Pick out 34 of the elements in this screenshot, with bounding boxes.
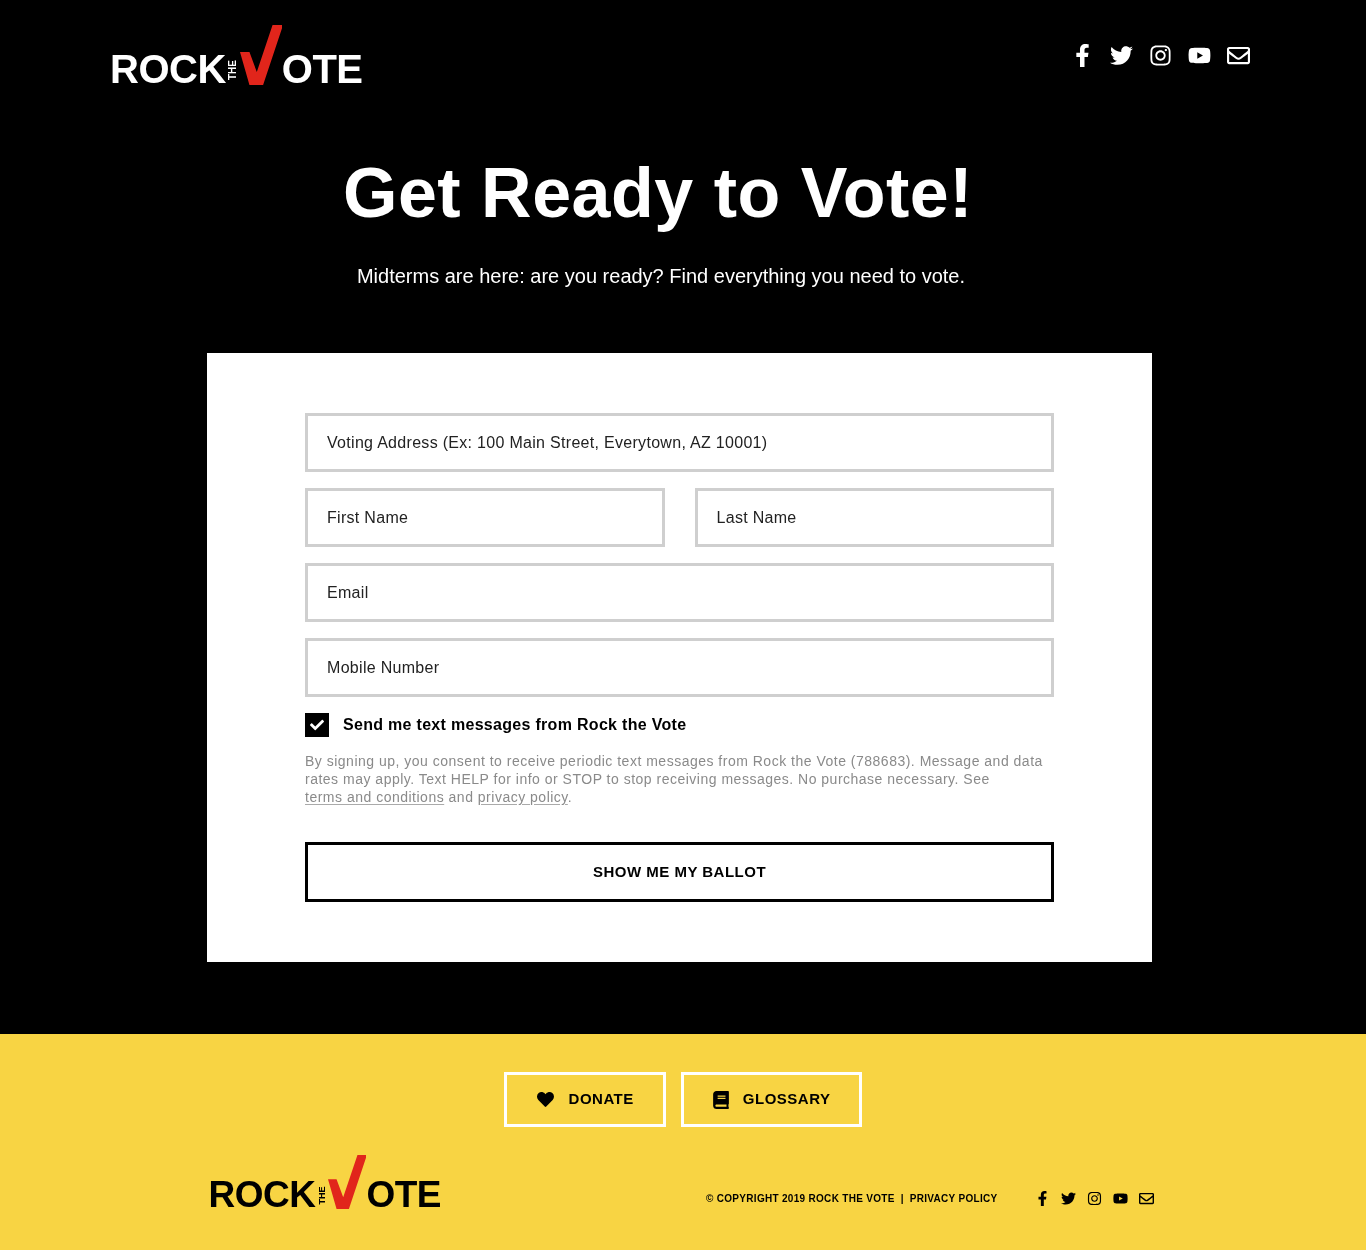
instagram-icon[interactable] [1149,43,1172,67]
page-subtitle: Midterms are here: are you ready? Find everything you need to vote. [356,264,966,288]
logo-text: OTE [366,1181,441,1209]
logo-check-icon [239,25,282,85]
terms-link[interactable]: terms and conditions [305,789,445,805]
logo-check-icon [328,1155,367,1209]
instagram-icon[interactable] [1086,1191,1102,1206]
separator-text: | [900,1192,904,1206]
logo-text: ROCK [208,1181,316,1209]
consent-text: By signing up, you consent to receive periodic text messages from Rock the Vote (788683). Message and data rates may apply. Text HELP for info or STOP to stop receiving messages. No purchase necessary. See terms and conditions and privacy policy. [305,752,1044,806]
logo-text: ROCK [110,54,226,85]
privacy-policy-link[interactable]: privacy policy [477,789,568,805]
logo-text: OTE [281,54,363,85]
logo-small-text: THE [317,1186,327,1204]
copyright-text: © COPYRIGHT 2019 ROCK THE VOTE [706,1192,895,1206]
input-field[interactable]: Mobile Number [305,638,1054,697]
logo-small-text: THE [228,59,239,80]
donate-button[interactable]: DONATE [503,1072,666,1127]
glossary-button[interactable]: GLOSSARY [680,1072,863,1127]
input-field[interactable]: First Name [305,488,665,547]
submit-button[interactable]: SHOW ME MY BALLOT [305,842,1054,902]
input-field[interactable]: Voting Address (Ex: 100 Main Street, Everytown, AZ 10001) [305,413,1054,472]
check-icon [310,718,324,732]
book-icon [712,1090,729,1109]
mail-icon[interactable] [1138,1191,1154,1206]
privacy-policy-link[interactable]: PRIVACY POLICY [909,1191,998,1206]
input-field[interactable]: Email [305,563,1054,622]
checkbox[interactable] [305,713,329,737]
youtube-icon[interactable] [1112,1191,1128,1206]
heart-icon [535,1091,555,1108]
input-field[interactable]: Last Name [694,488,1054,547]
checkbox-label[interactable]: Send me text messages from Rock the Vote [343,713,687,737]
twitter-icon[interactable] [1060,1191,1076,1206]
twitter-icon[interactable] [1110,43,1133,67]
